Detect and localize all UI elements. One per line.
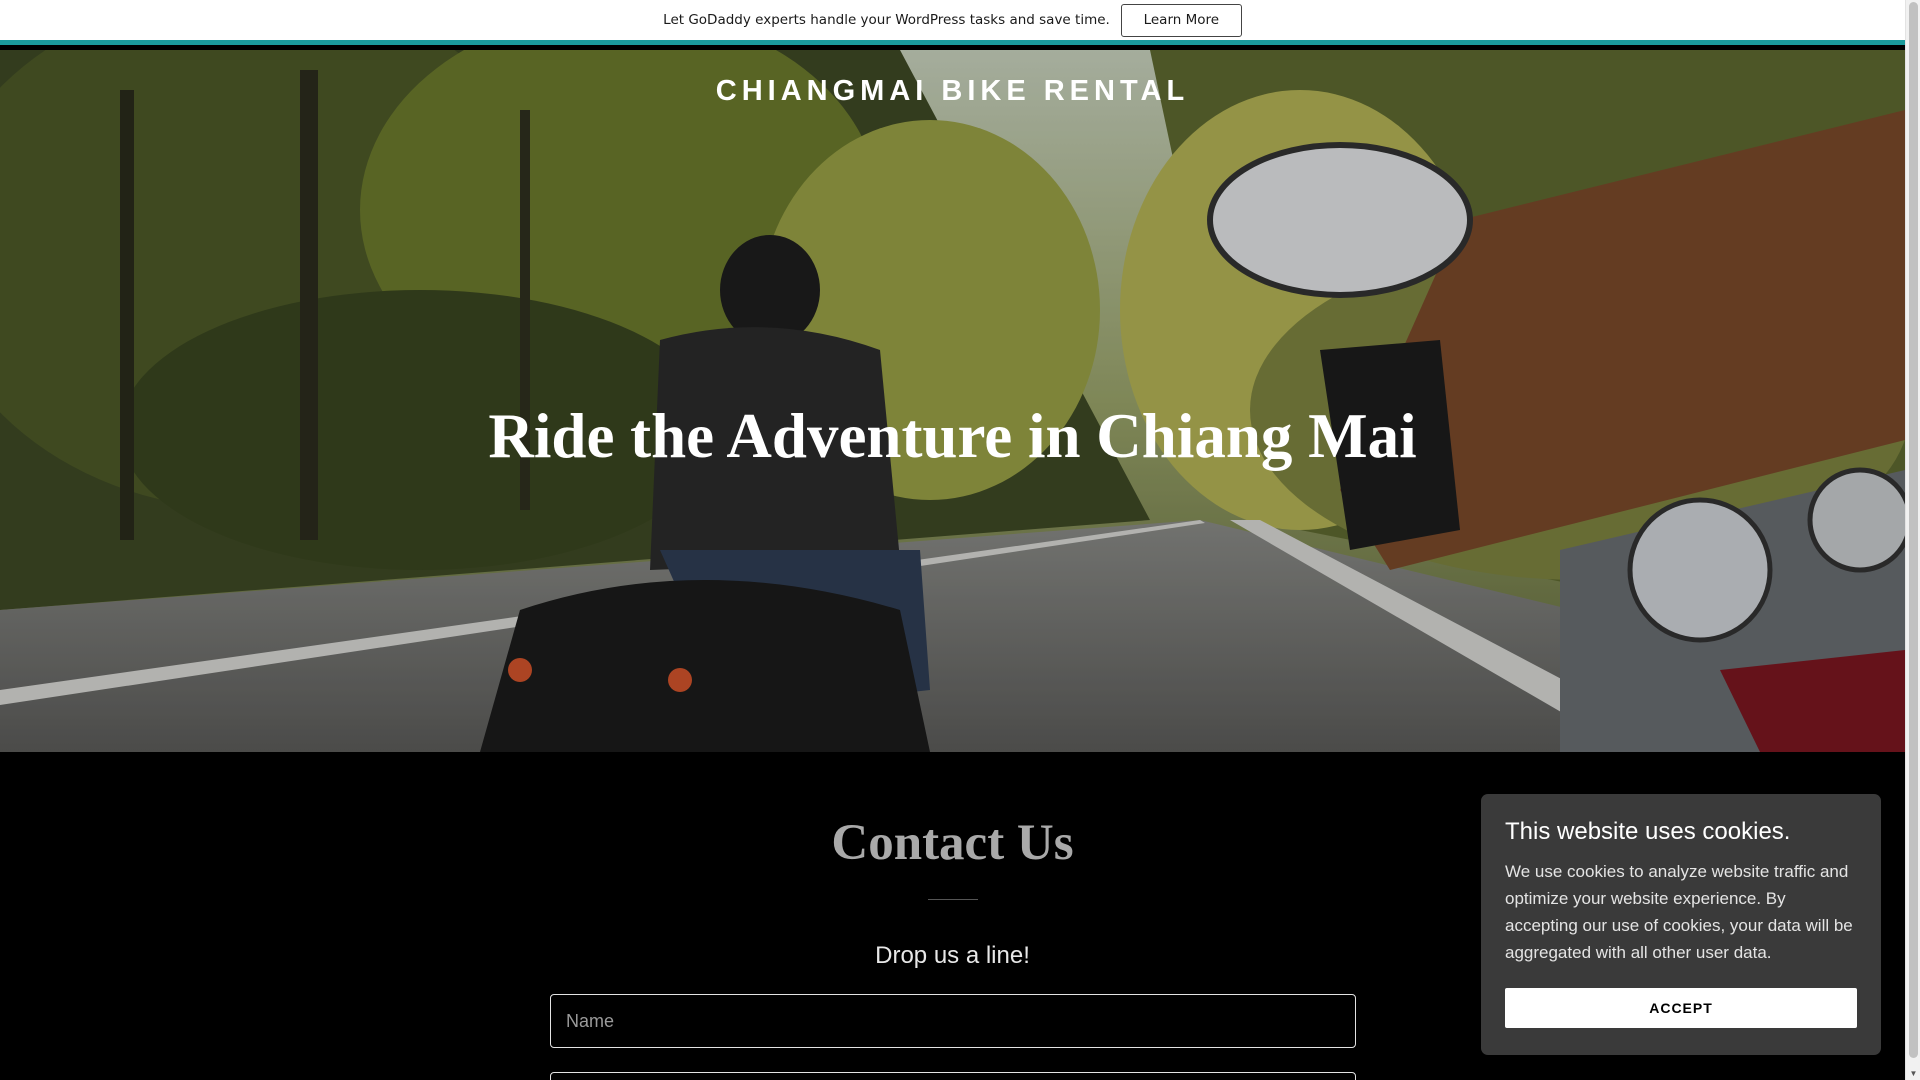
site-title[interactable]: CHIANGMAI BIKE RENTAL [0, 75, 1905, 108]
scrollbar[interactable]: ▼ [1905, 0, 1920, 1080]
hero-headline: Ride the Adventure in Chiang Mai [488, 401, 1417, 471]
promo-text: Let GoDaddy experts handle your WordPres… [663, 12, 1110, 28]
scrollbar-thumb[interactable] [1909, 2, 1918, 1058]
scroll-down-arrow-icon[interactable]: ▼ [1909, 1069, 1918, 1078]
email-field[interactable] [550, 1072, 1356, 1080]
promo-bar: Let GoDaddy experts handle your WordPres… [0, 0, 1905, 45]
section-divider [928, 899, 978, 900]
accept-cookies-button[interactable]: ACCEPT [1505, 988, 1857, 1028]
name-field[interactable] [550, 994, 1356, 1048]
cookie-banner: This website uses cookies. We use cookie… [1481, 794, 1881, 1055]
hero-section: CHIANGMAI BIKE RENTAL Ride the Adventure… [0, 50, 1905, 752]
cookie-body: We use cookies to analyze website traffi… [1505, 862, 1853, 962]
learn-more-button[interactable]: Learn More [1120, 3, 1242, 37]
cookie-title: This website uses cookies. [1505, 818, 1791, 845]
